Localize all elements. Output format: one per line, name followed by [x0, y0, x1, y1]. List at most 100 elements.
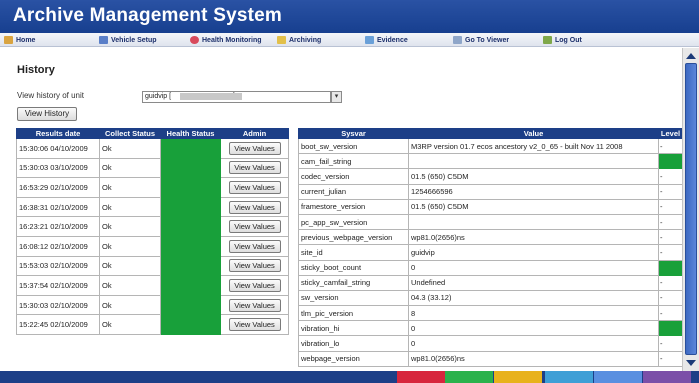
admin-cell: View Values	[220, 216, 289, 237]
sysvar-value-cell: 01.5 (650) C5DM	[408, 198, 659, 215]
admin-cell: View Values	[220, 235, 289, 257]
results-date-cell: 16:08:12 02/10/2009	[16, 235, 100, 257]
view-values-button[interactable]: View Values	[228, 318, 281, 332]
unit-label: View history of unit	[17, 91, 84, 100]
viewer-icon	[453, 36, 462, 44]
sysvar-value-cell: 8	[408, 305, 659, 322]
table-row: 15:30:03 03/10/2009 Ok View Values	[16, 157, 289, 179]
sysvar-name-cell: webpage_version	[298, 350, 409, 367]
view-values-button[interactable]: View Values	[228, 220, 281, 234]
app-header: Archive Management System	[0, 0, 699, 33]
view-history-button[interactable]: View History	[17, 107, 77, 121]
nav-go-to-viewer[interactable]: Go To Viewer	[453, 34, 509, 46]
sysvar-name-cell: vibration_lo	[298, 335, 409, 352]
health-status-cell	[160, 196, 221, 218]
logout-icon	[543, 36, 552, 44]
nav-home[interactable]: Home	[4, 34, 35, 46]
table-row: 15:30:06 04/10/2009 Ok View Values	[16, 138, 289, 159]
nav-evidence-label: Evidence	[377, 36, 408, 44]
table-row: 15:53:03 02/10/2009 Ok View Values	[16, 255, 289, 277]
sysvar-name-cell: framestore_version	[298, 198, 409, 215]
collect-status-cell: Ok	[99, 196, 161, 218]
view-values-button[interactable]: View Values	[228, 278, 281, 292]
sysvar-name-cell: sticky_camfail_string	[298, 274, 409, 291]
table-row: 15:22:45 02/10/2009 Ok View Values	[16, 314, 289, 335]
admin-cell: View Values	[220, 294, 289, 316]
footer-color-segment	[643, 371, 691, 383]
collect-status-cell: Ok	[99, 294, 161, 316]
table-row: vibration_hi 0	[298, 320, 682, 337]
collect-status-cell: Ok	[99, 157, 161, 179]
home-icon	[4, 36, 13, 44]
nav-vehicle-setup[interactable]: Vehicle Setup	[99, 34, 157, 46]
nav-log-out-label: Log Out	[555, 36, 582, 44]
nav-health-monitoring[interactable]: Health Monitoring	[190, 34, 262, 46]
chevron-down-icon[interactable]: ▾	[331, 91, 342, 103]
sysvar-name-cell: tlm_pic_version	[298, 305, 409, 322]
sysvar-level-cell: -	[658, 213, 682, 231]
nav-evidence[interactable]: Evidence	[365, 34, 408, 46]
scroll-down-icon[interactable]	[686, 360, 696, 366]
col-sysvar: Sysvar	[298, 128, 409, 139]
results-date-cell: 16:23:21 02/10/2009	[16, 216, 100, 237]
results-date-cell: 16:53:29 02/10/2009	[16, 177, 100, 198]
results-date-cell: 15:30:03 02/10/2009	[16, 294, 100, 316]
sysvar-table: Sysvar Value Level boot_sw_version M3RP v…	[298, 128, 682, 367]
sysvar-level-cell: -	[658, 305, 682, 322]
table-row: sw_version 04.3 (33.12) -	[298, 289, 682, 307]
sysvar-level-cell: -	[658, 244, 682, 261]
view-values-button[interactable]: View Values	[228, 180, 281, 194]
sysvar-value-cell: 01.5 (650) C5DM	[408, 168, 659, 185]
table-row: boot_sw_version M3RP version 01.7 ecos an…	[298, 137, 682, 155]
sysvar-name-cell: vibration_hi	[298, 320, 409, 337]
health-status-cell	[160, 177, 221, 198]
table-row: 16:38:31 02/10/2009 Ok View Values	[16, 196, 289, 218]
sysvar-name-cell: cam_fail_string	[298, 153, 409, 170]
view-values-button[interactable]: View Values	[228, 200, 281, 214]
health-status-cell	[160, 255, 221, 277]
sysvar-level-cell	[658, 320, 682, 337]
admin-cell: View Values	[220, 275, 289, 296]
footer-color-segment	[545, 371, 593, 383]
table-row: sticky_camfail_string Undefined -	[298, 274, 682, 291]
sysvar-value-cell: wp81.0(2656)ns	[408, 229, 659, 246]
health-status-cell	[160, 314, 221, 335]
nav-vehicle-setup-label: Vehicle Setup	[111, 36, 157, 44]
table-row: 16:23:21 02/10/2009 Ok View Values	[16, 216, 289, 237]
nav-health-monitoring-label: Health Monitoring	[202, 36, 262, 44]
sysvar-value-cell: 0	[408, 320, 659, 337]
results-date-cell: 15:53:03 02/10/2009	[16, 255, 100, 277]
nav-log-out[interactable]: Log Out	[543, 34, 582, 46]
sysvar-level-cell	[658, 259, 682, 276]
collect-status-cell: Ok	[99, 255, 161, 277]
admin-cell: View Values	[220, 138, 289, 159]
history-table: Results date Collect Status Health Statu…	[16, 128, 289, 335]
scrollbar-thumb[interactable]	[685, 63, 697, 355]
sysvar-header-row: Sysvar Value Level	[298, 128, 682, 139]
health-status-cell	[160, 275, 221, 296]
app-title: Archive Management System	[13, 5, 282, 26]
view-values-button[interactable]: View Values	[228, 239, 281, 253]
sysvar-name-cell: current_julian	[298, 183, 409, 200]
view-values-button[interactable]: View Values	[228, 298, 281, 312]
view-values-button[interactable]: View Values	[228, 141, 281, 155]
archive-icon	[277, 36, 286, 44]
col-collect-status: Collect Status	[99, 128, 161, 139]
sysvar-value-cell	[408, 153, 659, 170]
scroll-up-icon[interactable]	[686, 53, 696, 59]
main-nav: Home Vehicle Setup Health Monitoring Arc…	[0, 33, 699, 47]
view-values-button[interactable]: View Values	[228, 259, 281, 273]
view-values-button[interactable]: View Values	[228, 161, 281, 175]
sysvar-value-cell: 0	[408, 335, 659, 352]
sysvar-value-cell: 1254666596	[408, 183, 659, 200]
health-status-cell	[160, 157, 221, 179]
nav-home-label: Home	[16, 36, 36, 44]
nav-archiving[interactable]: Archiving	[277, 34, 321, 46]
results-date-cell: 15:37:54 02/10/2009	[16, 275, 100, 296]
vertical-scrollbar[interactable]	[682, 48, 699, 371]
health-status-cell	[160, 294, 221, 316]
collect-status-cell: Ok	[99, 138, 161, 159]
results-date-cell: 15:30:03 03/10/2009	[16, 157, 100, 179]
collect-status-cell: Ok	[99, 177, 161, 198]
unit-select-value: guidvip [	[145, 93, 172, 100]
